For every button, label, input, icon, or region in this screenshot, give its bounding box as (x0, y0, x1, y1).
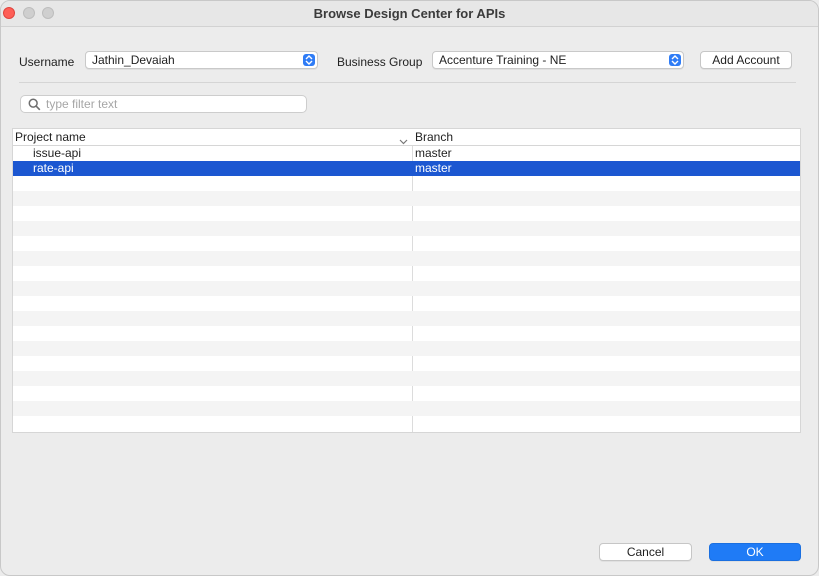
search-icon (28, 98, 41, 114)
business-group-value: Accenture Training - NE (439, 53, 567, 67)
branch-cell: master (415, 146, 452, 160)
title-bar: Browse Design Center for APIs (1, 1, 818, 27)
empty-table-row (13, 176, 800, 191)
table-header: Project name Branch (13, 129, 800, 146)
add-account-button[interactable]: Add Account (700, 51, 792, 69)
empty-table-row (13, 206, 800, 221)
username-label: Username (19, 55, 75, 69)
projects-table: Project name Branch issue-api master rat… (12, 128, 801, 433)
divider (19, 82, 796, 83)
empty-table-row (13, 401, 800, 416)
empty-table-row (13, 296, 800, 311)
empty-table-row (13, 281, 800, 296)
window-title: Browse Design Center for APIs (313, 6, 506, 21)
branch-cell: master (415, 161, 452, 175)
empty-table-row (13, 251, 800, 266)
dialog-window: Browse Design Center for APIs Username J… (0, 0, 819, 576)
table-row[interactable]: issue-api master (13, 146, 800, 161)
empty-table-row (13, 386, 800, 401)
empty-table-row (13, 341, 800, 356)
popup-stepper-icon (669, 54, 681, 66)
empty-table-row (13, 371, 800, 386)
business-group-dropdown[interactable]: Accenture Training - NE (432, 51, 684, 69)
username-value: Jathin_Devaiah (92, 53, 175, 67)
empty-table-row (13, 326, 800, 341)
table-row-selected[interactable]: rate-api master (13, 161, 800, 176)
column-header-branch[interactable]: Branch (415, 130, 453, 144)
empty-table-row (13, 221, 800, 236)
empty-table-row (13, 236, 800, 251)
business-group-label: Business Group (337, 55, 423, 69)
popup-stepper-icon (303, 54, 315, 66)
empty-table-row (13, 356, 800, 371)
empty-table-row (13, 416, 800, 431)
username-dropdown[interactable]: Jathin_Devaiah (85, 51, 318, 69)
empty-table-row (13, 191, 800, 206)
filter-search-box[interactable] (20, 95, 307, 113)
column-header-project-name[interactable]: Project name (15, 130, 86, 144)
filter-input[interactable] (46, 97, 301, 111)
ok-button[interactable]: OK (709, 543, 801, 561)
table-body: issue-api master rate-api master (13, 146, 800, 431)
empty-table-row (13, 311, 800, 326)
project-name-cell: issue-api (33, 146, 82, 160)
cancel-button[interactable]: Cancel (599, 543, 692, 561)
empty-table-row (13, 266, 800, 281)
project-name-cell: rate-api (33, 161, 74, 175)
